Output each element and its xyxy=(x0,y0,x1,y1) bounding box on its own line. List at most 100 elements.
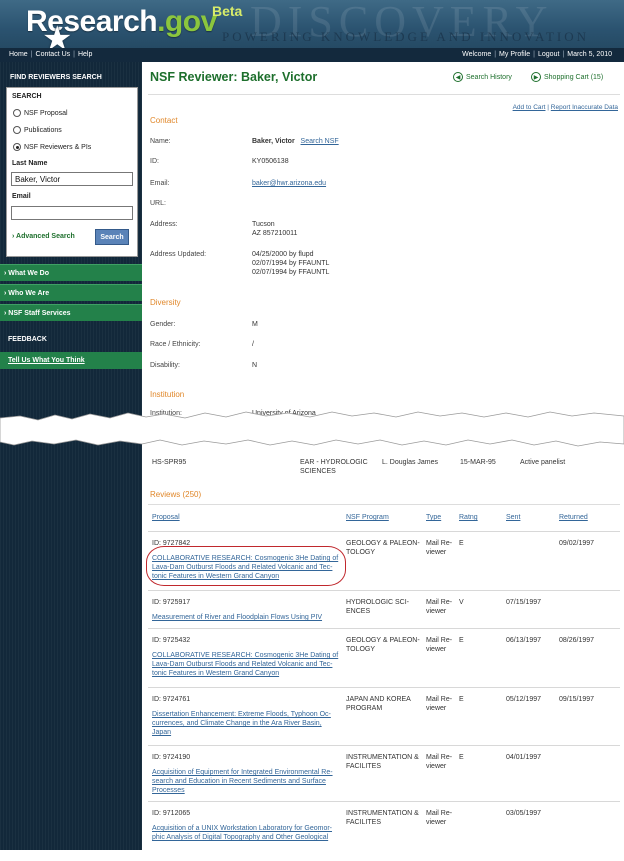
address-value: Tucson AZ 857210011 xyxy=(252,221,298,237)
returned-date: 09/15/1997 xyxy=(559,696,595,703)
home-link[interactable]: Home xyxy=(9,51,28,58)
url-label: URL: xyxy=(150,200,166,207)
chevron-right-icon: › xyxy=(12,233,15,240)
race-value: / xyxy=(252,341,254,348)
review-type: Mail Re-viewer xyxy=(426,754,453,770)
highlight-circle xyxy=(146,546,346,586)
email-link[interactable]: baker@hwr.arizona.edu xyxy=(252,179,326,188)
table-row: ID: 9724190 Acquisition of Equipment for … xyxy=(148,745,620,801)
last-name-label: Last Name xyxy=(12,160,48,167)
radio-button[interactable] xyxy=(13,126,21,134)
tell-us-link[interactable]: Tell Us What You Think xyxy=(0,352,142,369)
table-row: ID: 9724761 Dissertation Enhancement: Ext… xyxy=(148,687,620,745)
search-history-link[interactable]: ◀ Search History xyxy=(453,72,512,82)
col-rating[interactable]: Ratng xyxy=(459,514,478,521)
help-link[interactable]: Help xyxy=(78,51,92,58)
reviews-divider xyxy=(148,504,620,505)
sidebar-item-nsf-staff[interactable]: › NSF Staff Services xyxy=(0,304,142,321)
review-type: Mail Re-viewer xyxy=(426,637,453,653)
shopping-cart-link[interactable]: ▶ Shopping Cart (15) xyxy=(531,72,603,82)
sent-date: 06/13/1997 xyxy=(506,637,542,644)
gender-label: Gender: xyxy=(150,321,176,328)
left-sidebar: FIND REVIEWERS SEARCH SEARCH NSF Proposa… xyxy=(0,62,142,850)
proposal-title-link[interactable]: Measurement of River and Floodplain Flow… xyxy=(152,613,348,622)
sent-date: 03/05/1997 xyxy=(506,810,542,817)
name-value: Baker, Victor Search NSF xyxy=(252,138,339,145)
address-updated-value: 04/25/2000 by flupd 02/07/1994 by FFAUNTL… xyxy=(252,251,330,276)
review-rating: E xyxy=(459,540,464,547)
chevron-right-icon: › xyxy=(4,290,7,297)
disability-label: Disability: xyxy=(150,362,180,369)
email-label: Email: xyxy=(150,180,170,187)
review-type: Mail Re-viewer xyxy=(426,599,453,615)
col-proposal[interactable]: Proposal xyxy=(152,514,180,521)
race-label: Race / Ethnicity: xyxy=(150,341,201,348)
proposal-title-link[interactable]: COLLABORATIVE RESEARCH: Cosmogenic 3He D… xyxy=(152,651,348,678)
nsf-program: GEOLOGY & PALEON- TOLOGY xyxy=(346,540,420,556)
contact-heading: Contact xyxy=(150,116,178,125)
logout-link[interactable]: Logout xyxy=(538,51,559,58)
proposal-title-link[interactable]: Dissertation Enhancement: Extreme Floods… xyxy=(152,710,348,737)
panel-code: HS-SPR95 xyxy=(152,459,187,466)
sidebar-item-what-we-do[interactable]: › What We Do xyxy=(0,264,142,281)
beta-badge: Beta xyxy=(212,3,243,19)
col-returned[interactable]: Returned xyxy=(559,514,588,521)
feedback-title: FEEDBACK xyxy=(8,336,47,343)
review-type: Mail Re-viewer xyxy=(426,810,453,826)
returned-date: 08/26/1997 xyxy=(559,637,595,644)
col-sent[interactable]: Sent xyxy=(506,514,520,521)
sent-date: 07/15/1997 xyxy=(506,599,542,606)
review-rating: E xyxy=(459,696,464,703)
last-name-input[interactable] xyxy=(11,172,133,186)
my-profile-link[interactable]: My Profile xyxy=(499,51,530,58)
proposal-title-link[interactable]: Acquisition of Equipment for Integrated … xyxy=(152,768,348,795)
logo-domain: .gov xyxy=(157,5,217,38)
radio-nsf-proposal[interactable]: NSF Proposal xyxy=(13,109,68,117)
nsf-program: INSTRUMENTATION & FACILITES xyxy=(346,810,419,826)
panel-officer: L. Douglas James xyxy=(382,459,439,466)
nsf-program: GEOLOGY & PALEON- TOLOGY xyxy=(346,637,420,653)
nsf-program: JAPAN AND KOREA PROGRAM xyxy=(346,696,411,712)
review-rating: V xyxy=(459,599,464,606)
review-rating: E xyxy=(459,637,464,644)
header-tagline: POWERING KNOWLEDGE AND INNOVATION xyxy=(222,29,590,44)
proposal-title-link[interactable]: Acquisition of a UNIX Workstation Labora… xyxy=(152,824,348,842)
search-nsf-link[interactable]: Search NSF xyxy=(301,138,339,145)
chevron-right-icon: › xyxy=(4,270,7,277)
gender-value: M xyxy=(252,321,258,328)
contact-us-link[interactable]: Contact Us xyxy=(36,51,71,58)
nsf-program: INSTRUMENTATION & FACILITES xyxy=(346,754,419,770)
id-label: ID: xyxy=(150,158,159,165)
sent-date: 05/12/1997 xyxy=(506,696,542,703)
panel-program: EAR - HYDROLOGIC SCIENCES xyxy=(300,459,368,475)
review-type: Mail Re-viewer xyxy=(426,540,453,556)
diversity-heading: Diversity xyxy=(150,298,181,307)
report-inaccurate-link[interactable]: Report Inaccurate Data xyxy=(551,104,618,111)
table-row: ID: 9725917 Measurement of River and Floo… xyxy=(148,590,620,628)
review-rating: E xyxy=(459,754,464,761)
top-nav-bar: Home | Contact Us | Help Welcome | My Profile |… xyxy=(0,48,624,62)
email-label: Email xyxy=(12,193,31,200)
radio-button[interactable] xyxy=(13,109,21,117)
returned-date: 09/02/1997 xyxy=(559,540,595,547)
proposal-id: ID: 9724761 xyxy=(152,696,191,703)
email-input[interactable] xyxy=(11,206,133,220)
search-label: SEARCH xyxy=(12,93,42,100)
panel-date: 15-MAR-95 xyxy=(460,459,496,466)
radio-button-selected[interactable] xyxy=(13,143,21,151)
site-header: DISCOVERY POWERING KNOWLEDGE AND INNOVAT… xyxy=(0,0,624,48)
chevron-right-icon: › xyxy=(4,310,7,317)
back-arrow-icon: ◀ xyxy=(453,72,463,82)
radio-publications[interactable]: Publications xyxy=(13,126,62,134)
record-actions: Add to Cart | Report Inaccurate Data xyxy=(512,104,618,111)
add-to-cart-link[interactable]: Add to Cart xyxy=(513,104,546,111)
sidebar-item-who-we-are[interactable]: › Who We Are xyxy=(0,284,142,301)
nsf-program: HYDROLOGIC SCI- ENCES xyxy=(346,599,410,615)
search-button[interactable]: Search xyxy=(95,229,129,245)
col-type[interactable]: Type xyxy=(426,514,441,521)
advanced-search-link[interactable]: › Advanced Search xyxy=(12,233,75,240)
radio-nsf-reviewers[interactable]: NSF Reviewers & PIs xyxy=(13,143,91,151)
disability-value: N xyxy=(252,362,258,369)
table-row: ID: 9712065 Acquisition of a UNIX Worksta… xyxy=(148,801,620,861)
col-nsf-program[interactable]: NSF Program xyxy=(346,514,389,521)
